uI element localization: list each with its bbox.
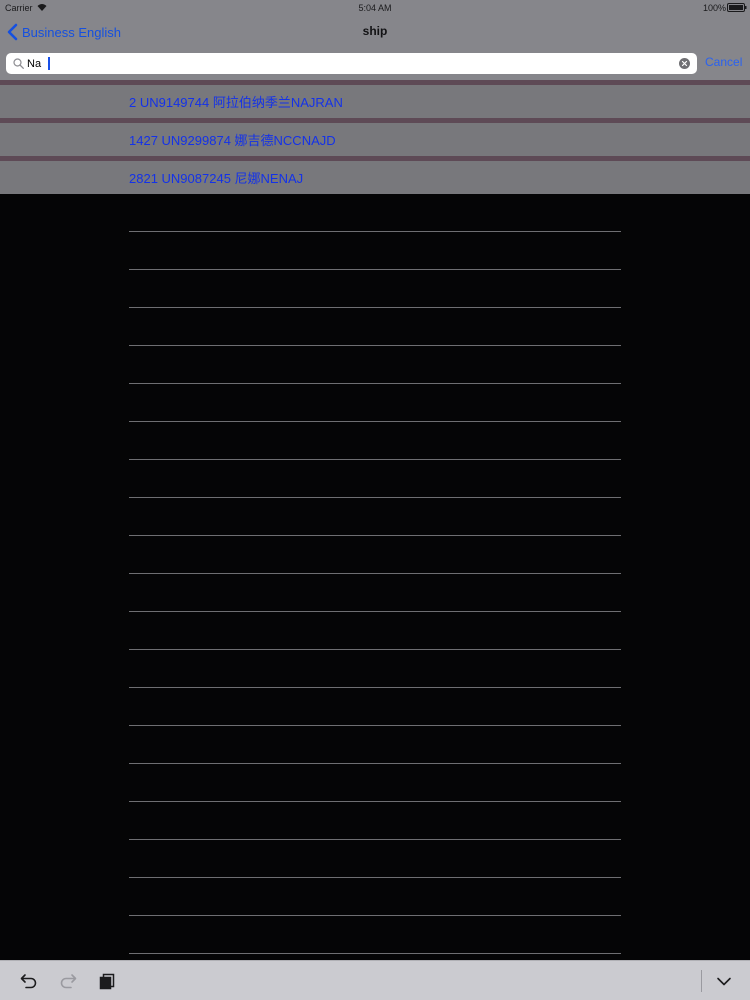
undo-icon[interactable] [19, 971, 39, 991]
row-separator [129, 953, 621, 954]
row-separator [129, 307, 621, 308]
keyboard-shortcut-bar [0, 960, 750, 1000]
chevron-down-icon[interactable] [714, 971, 734, 991]
row-separator [129, 497, 621, 498]
row-separator [129, 877, 621, 878]
status-time: 5:04 AM [358, 3, 392, 13]
row-separator [129, 915, 621, 916]
row-separator [129, 231, 621, 232]
battery-percent: 100% [702, 3, 726, 13]
toolbar-divider [701, 970, 702, 992]
row-separator [129, 269, 621, 270]
page-title: ship [362, 24, 388, 38]
result-row-text: 1427 UN9299874 娜吉德NCCNAJD [129, 133, 336, 148]
battery-icon [727, 3, 747, 12]
result-row[interactable]: 2 UN9149744 阿拉伯纳季兰NAJRAN [0, 80, 750, 118]
result-row-text: 2821 UN9087245 尼娜NENAJ [129, 171, 304, 186]
result-row[interactable]: 2821 UN9087245 尼娜NENAJ [0, 156, 750, 194]
row-separator [129, 725, 621, 726]
clear-icon[interactable] [679, 58, 690, 69]
search-bar: Cancel [0, 46, 750, 80]
search-input[interactable] [27, 53, 657, 74]
row-separator [129, 421, 621, 422]
row-separator [129, 383, 621, 384]
result-row[interactable]: 1427 UN9299874 娜吉德NCCNAJD [0, 118, 750, 156]
screen: Carrier 5:04 AM 100% Business English sh… [0, 0, 750, 1000]
navigation-bar: Business English ship [0, 16, 750, 46]
paste-icon[interactable] [97, 971, 117, 991]
top-area: Carrier 5:04 AM 100% Business English sh… [0, 0, 750, 80]
result-row-text: 2 UN9149744 阿拉伯纳季兰NAJRAN [129, 95, 343, 110]
row-separator [129, 687, 621, 688]
row-separator [129, 573, 621, 574]
row-separator [129, 345, 621, 346]
redo-icon[interactable] [58, 971, 78, 991]
row-separator [129, 801, 621, 802]
search-field[interactable] [6, 53, 697, 74]
search-icon [13, 58, 24, 69]
row-separator [129, 459, 621, 460]
row-separator [129, 839, 621, 840]
row-separator [129, 763, 621, 764]
row-separator [129, 611, 621, 612]
row-separator [129, 535, 621, 536]
status-bar: Carrier 5:04 AM 100% [0, 0, 750, 16]
cancel-button[interactable]: Cancel [705, 55, 742, 69]
text-caret [48, 57, 50, 70]
row-separator [129, 649, 621, 650]
